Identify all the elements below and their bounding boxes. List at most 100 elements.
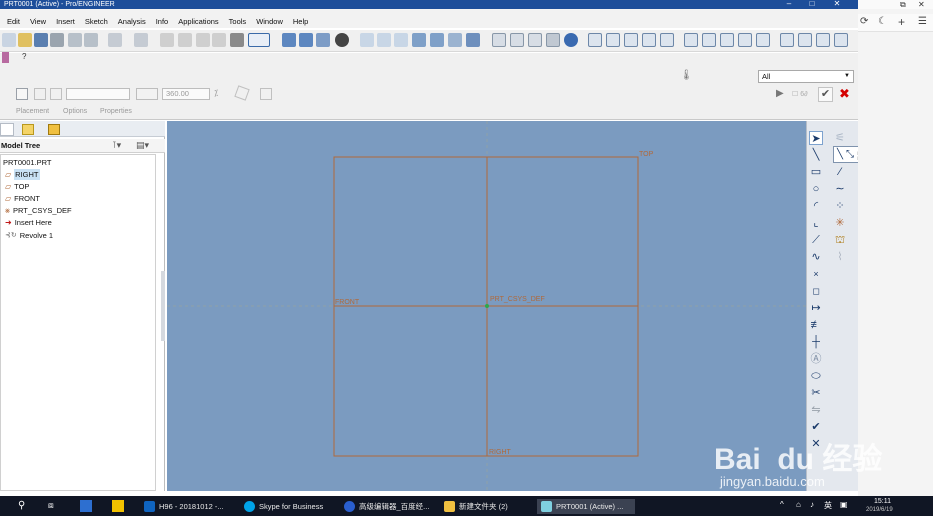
mirror-tool-icon[interactable]: ⇋ bbox=[809, 403, 823, 417]
layers-icon[interactable] bbox=[448, 33, 462, 47]
text-tool-icon[interactable]: Ⓐ bbox=[809, 352, 823, 366]
refit-icon[interactable] bbox=[394, 33, 408, 47]
clock-date[interactable]: 2019/6/19 bbox=[866, 507, 893, 513]
point-icon[interactable]: × bbox=[809, 267, 823, 281]
tree-item-front[interactable]: ▱ FRONT bbox=[5, 193, 40, 204]
constraints-display-icon[interactable] bbox=[720, 33, 734, 47]
copy-icon[interactable] bbox=[178, 33, 192, 47]
sketch-tool-2-icon[interactable] bbox=[798, 33, 812, 47]
clock-time[interactable]: 15:11 bbox=[874, 498, 891, 505]
menu-analysis[interactable]: Analysis bbox=[113, 17, 151, 26]
trim-tool-icon[interactable]: ✂ bbox=[809, 386, 823, 400]
annotations-icon[interactable] bbox=[660, 33, 674, 47]
select-arrow-icon[interactable]: ➤ bbox=[809, 131, 823, 145]
constraint-tool-icon[interactable]: ┼ bbox=[809, 335, 823, 349]
csys-tool-icon[interactable]: ✳ bbox=[833, 216, 847, 230]
tab-model-tree-icon[interactable] bbox=[0, 123, 14, 136]
network-icon[interactable]: ⌂ bbox=[796, 500, 806, 512]
tree-item-top[interactable]: ▱ TOP bbox=[5, 181, 29, 192]
search-icon[interactable]: ⚲ bbox=[18, 500, 30, 512]
menu-window[interactable]: Window bbox=[251, 17, 288, 26]
tray-app-icon[interactable]: ▣ bbox=[840, 500, 852, 512]
task-skype[interactable]: Skype for Business bbox=[240, 499, 327, 514]
surface-icon[interactable] bbox=[34, 88, 46, 100]
sketch-tool-4-icon[interactable] bbox=[834, 33, 848, 47]
solid-icon[interactable] bbox=[16, 88, 28, 100]
chamfer-tool-icon[interactable]: ⟋ bbox=[809, 233, 823, 247]
tree-item-insert-here[interactable]: ➜ Insert Here bbox=[5, 217, 52, 228]
regenerate-icon[interactable] bbox=[230, 33, 244, 47]
no-hidden-icon[interactable] bbox=[528, 33, 542, 47]
spline-tool-icon[interactable]: ⁄ bbox=[833, 165, 847, 179]
menu-edit[interactable]: Edit bbox=[2, 17, 25, 26]
fillet-tool-icon[interactable]: ⌞ bbox=[809, 216, 823, 230]
rectangle-tool-icon[interactable]: ▭ bbox=[809, 165, 823, 179]
dimension-tool-icon[interactable]: ↦ bbox=[809, 301, 823, 315]
line-2-points-icon[interactable]: ╲ bbox=[837, 149, 843, 160]
use-edge-icon[interactable]: ⛫ bbox=[833, 233, 847, 247]
app-icon-1[interactable] bbox=[80, 500, 92, 512]
email-icon[interactable] bbox=[68, 33, 82, 47]
reload-icon[interactable]: ⟳ bbox=[860, 16, 870, 28]
settings-icon[interactable]: ☰ bbox=[918, 16, 930, 28]
send-icon[interactable] bbox=[84, 33, 98, 47]
menu-tools[interactable]: Tools bbox=[224, 17, 252, 26]
done-check-icon[interactable]: ✔ bbox=[809, 420, 823, 434]
line-tangent-icon[interactable]: ⤡ bbox=[846, 149, 854, 160]
zoom-out-icon[interactable] bbox=[377, 33, 391, 47]
help-pointer-icon[interactable]: ? bbox=[22, 52, 34, 63]
circle-tool-icon[interactable]: ○ bbox=[809, 182, 823, 196]
tab-folder-browser-icon[interactable] bbox=[22, 124, 34, 135]
accept-icon[interactable]: ✔ bbox=[818, 87, 833, 102]
app-icon-2[interactable] bbox=[112, 500, 124, 512]
panel-splitter[interactable] bbox=[161, 271, 165, 341]
tab-options[interactable]: Options bbox=[63, 108, 87, 115]
task-folder[interactable]: 新建文件夹 (2) bbox=[440, 499, 512, 514]
sketch-orientation-icon[interactable] bbox=[684, 33, 698, 47]
selection-box-icon[interactable] bbox=[248, 33, 270, 47]
menu-view[interactable]: View bbox=[25, 17, 51, 26]
tree-item-revolve[interactable]: ⊰↻ Revolve 1 bbox=[5, 230, 53, 241]
tab-placement[interactable]: Placement bbox=[16, 108, 49, 115]
modify-tool-icon[interactable]: ≢ bbox=[809, 318, 823, 332]
minimize-button[interactable]: – bbox=[778, 0, 800, 9]
view-manager-icon[interactable] bbox=[466, 33, 480, 47]
paste-special-icon[interactable] bbox=[212, 33, 226, 47]
dim-display-icon[interactable] bbox=[702, 33, 716, 47]
task-proengineer[interactable]: PRT0001 (Active) ... bbox=[537, 499, 635, 514]
tree-item-csys[interactable]: ⨳ PRT_CSYS_DEF bbox=[5, 205, 72, 216]
ime-indicator[interactable]: 英 bbox=[824, 500, 832, 511]
construction-icon[interactable]: ◻ bbox=[809, 284, 823, 298]
print-icon[interactable] bbox=[50, 33, 64, 47]
maximize-button[interactable]: □ bbox=[801, 0, 823, 9]
new-file-icon[interactable] bbox=[2, 33, 16, 47]
zoom-in-icon[interactable] bbox=[360, 33, 374, 47]
chain-select-icon[interactable]: ⚟ bbox=[833, 131, 847, 145]
repaint-icon[interactable] bbox=[282, 33, 296, 47]
preview-icon[interactable]: ☐ 6∂ bbox=[792, 88, 814, 102]
cancel-icon[interactable]: ✖ bbox=[837, 87, 852, 102]
line-tool-icon[interactable]: ╲ bbox=[809, 148, 823, 162]
coordinate-systems-icon[interactable] bbox=[642, 33, 656, 47]
tree-item-part[interactable]: PRT0001.PRT bbox=[3, 157, 52, 168]
close-window-button[interactable]: ✕ bbox=[826, 0, 848, 9]
menu-insert[interactable]: Insert bbox=[51, 17, 80, 26]
axis-collector-field[interactable] bbox=[66, 88, 130, 100]
task-editor[interactable]: 高级编辑器_百度经... bbox=[340, 499, 433, 514]
palette-tool-icon[interactable]: ⬭ bbox=[809, 369, 823, 383]
menu-help[interactable]: Help bbox=[288, 17, 313, 26]
spline-icon[interactable]: ∿ bbox=[809, 250, 823, 264]
filter-select[interactable]: All ▼ bbox=[758, 70, 854, 83]
enhanced-realism-icon[interactable] bbox=[564, 33, 578, 47]
display-style-icon[interactable] bbox=[335, 33, 349, 47]
offset-edge-icon[interactable]: ⌇ bbox=[833, 250, 847, 264]
wireframe-icon[interactable] bbox=[492, 33, 506, 47]
saved-views-icon[interactable] bbox=[430, 33, 444, 47]
datum-planes-icon[interactable] bbox=[588, 33, 602, 47]
orient-mode-icon[interactable] bbox=[316, 33, 330, 47]
vertex-display-icon[interactable] bbox=[756, 33, 770, 47]
point-tool-icon[interactable]: ⁘ bbox=[833, 199, 847, 213]
arc-tool-icon[interactable]: ◜ bbox=[809, 199, 823, 213]
restore-icon[interactable]: ⧉ bbox=[900, 0, 910, 9]
remove-material-icon[interactable] bbox=[234, 85, 250, 101]
